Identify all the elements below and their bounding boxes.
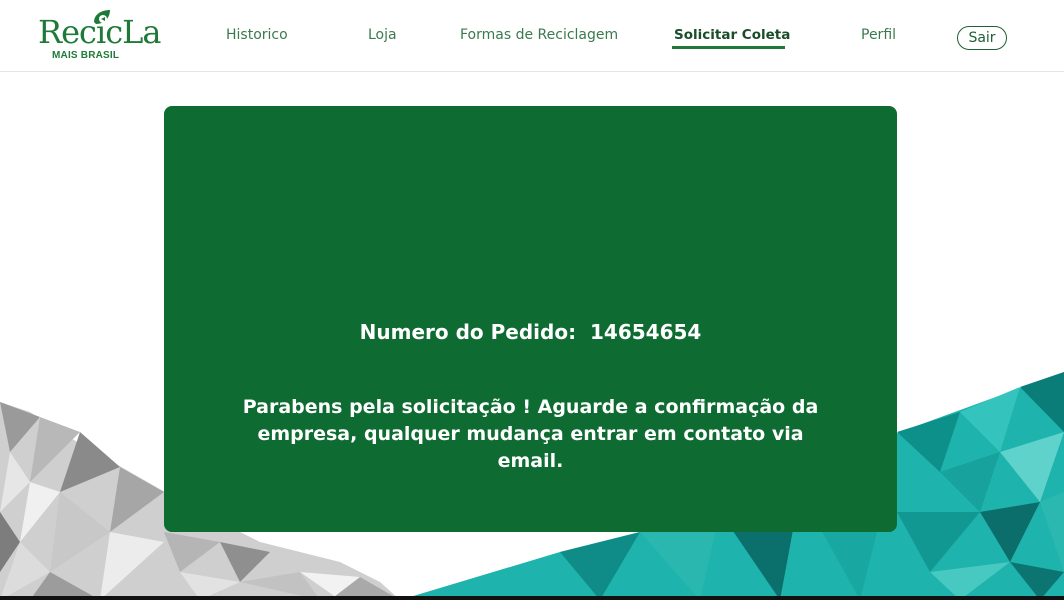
- confirmation-message: Parabens pela solicitação ! Aguarde a co…: [242, 396, 819, 472]
- bottom-edge: [0, 596, 1064, 600]
- brand-subtitle: MAIS BRASIL: [52, 50, 120, 61]
- nav-historico[interactable]: Historico: [226, 27, 288, 43]
- order-number-label: Numero do Pedido:: [359, 320, 577, 344]
- order-number-line: Numero do Pedido: 14654654: [164, 320, 897, 344]
- nav-loja[interactable]: Loja: [368, 27, 397, 43]
- order-confirmation-card: Numero do Pedido: 14654654 Parabens pela…: [164, 106, 897, 532]
- nav-formas-de-reciclagem[interactable]: Formas de Reciclagem: [460, 27, 618, 43]
- active-tab-indicator: [672, 46, 785, 49]
- top-navbar: RecicLa MAIS BRASIL Historico Loja Forma…: [0, 0, 1064, 72]
- order-number-value: 14654654: [590, 320, 702, 344]
- recycle-leaf-icon: [94, 10, 110, 24]
- nav-perfil[interactable]: Perfil: [861, 27, 896, 43]
- logout-button[interactable]: Sair: [957, 26, 1007, 50]
- nav-solicitar-coleta[interactable]: Solicitar Coleta: [674, 27, 790, 43]
- brand-logo[interactable]: RecicLa MAIS BRASIL: [38, 8, 161, 64]
